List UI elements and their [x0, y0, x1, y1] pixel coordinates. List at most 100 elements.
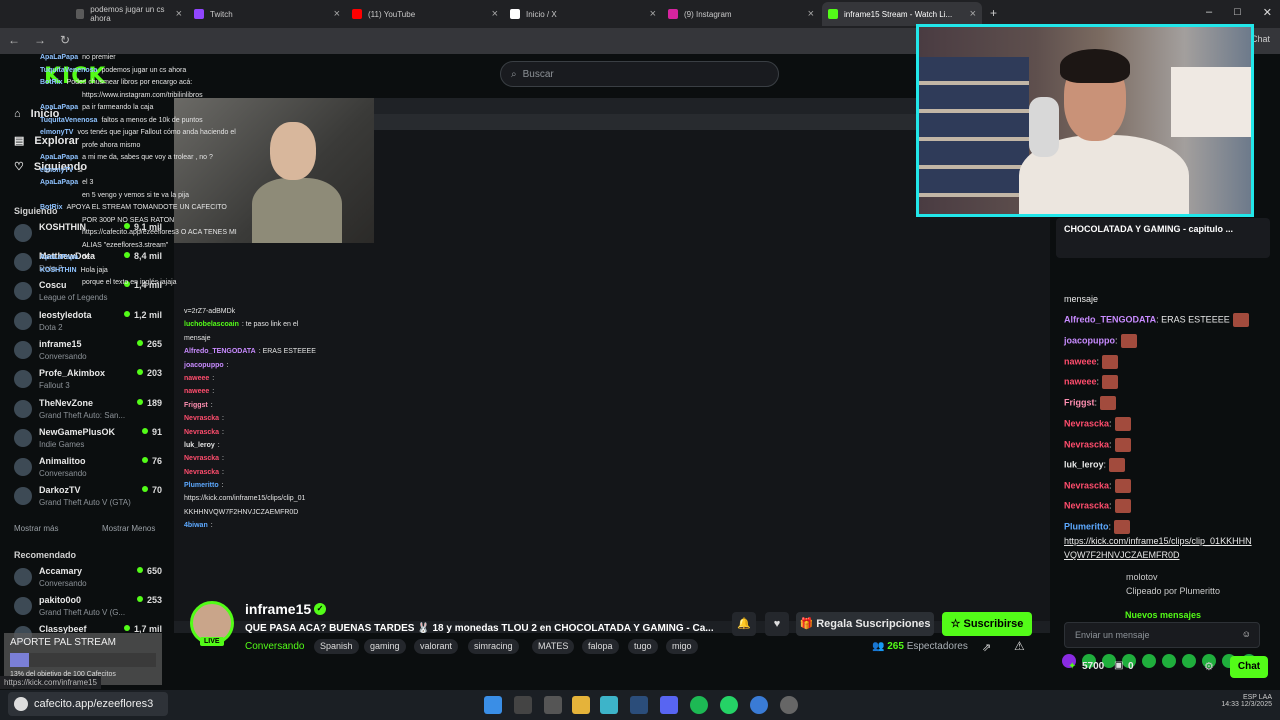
overlay-chat: ApaLaPapa no premier TuquitaVenenosa podemo…	[0, 54, 270, 304]
chat-username[interactable]: naweee	[1064, 376, 1097, 386]
tag-tugo[interactable]: tugo	[628, 639, 658, 654]
channel-item[interactable]: NewGamePlusOK Indie Games 91	[14, 425, 162, 453]
chat-input[interactable]: Enviar un mensaje ☺	[1064, 622, 1260, 648]
channel-item[interactable]: pakito0o0 Grand Theft Auto V (G... 253	[14, 593, 162, 621]
channel-item[interactable]: DarkozTV Grand Theft Auto V (GTA) 70	[14, 483, 162, 511]
channel-item[interactable]: leostyledota Dota 2 1,2 mil	[14, 308, 162, 336]
close-icon[interactable]: ×	[970, 8, 976, 20]
obs-icon[interactable]	[780, 696, 798, 714]
follow-heart-icon[interactable]: ♥	[765, 612, 789, 636]
gear-icon[interactable]: ⚙	[1204, 660, 1214, 673]
emoji-icon[interactable]: ☺	[1242, 629, 1251, 639]
close-icon[interactable]: ×	[334, 8, 340, 20]
chat-message: Nevrascka:	[1064, 417, 1131, 431]
chat-username[interactable]: luk_leroy	[1064, 459, 1104, 469]
browser-tab[interactable]: (11) YouTube ×	[346, 4, 504, 24]
tag-simracing[interactable]: simracing	[468, 639, 519, 654]
category-link[interactable]: Conversando	[245, 641, 304, 652]
chat-footer: ✦ 5700 ▣ 0 ⚙ Chat	[1064, 656, 1268, 678]
browser-tab[interactable]: Inicio / X ×	[504, 4, 662, 24]
back-icon[interactable]: ←	[8, 33, 20, 47]
chat-link[interactable]: VQW7F2HNVJCZAEMFR0D	[1064, 550, 1180, 560]
steam-icon[interactable]	[630, 696, 648, 714]
streamer-name[interactable]: inframe15	[245, 601, 311, 617]
browser-icon[interactable]	[600, 696, 618, 714]
share-icon[interactable]: ⇗	[982, 641, 991, 654]
app-icon[interactable]	[750, 696, 768, 714]
show-more-link[interactable]: Mostrar más	[14, 524, 58, 533]
chat-message: joacopuppo:	[1064, 334, 1137, 348]
tag-migo[interactable]: migo	[666, 639, 698, 654]
browser-tab[interactable]: podemos jugar un cs ahora ×	[70, 4, 188, 24]
channel-item[interactable]: inframe15 Conversando 265	[14, 337, 162, 365]
chat-username[interactable]: Nevrascka	[1064, 418, 1109, 428]
tray-language[interactable]: ESP LAA	[1221, 694, 1272, 701]
viewer-count: 265	[137, 339, 162, 349]
channel-item[interactable]: Profe_Akimbox Fallout 3 203	[14, 366, 162, 394]
pinned-message[interactable]: CHOCOLATADA Y GAMING - capitulo ...	[1056, 218, 1270, 258]
chat-username[interactable]: Alfredo_TENGODATA	[1064, 314, 1156, 324]
chat-send-button[interactable]: Chat	[1230, 656, 1268, 678]
chat-username[interactable]: joacopuppo	[1064, 335, 1115, 345]
gift-count[interactable]: 0	[1128, 661, 1134, 672]
clip-link-line1[interactable]: https://kick.com/inframe15/clips/clip_01…	[1064, 536, 1252, 546]
chat-username[interactable]: Plumeritto	[1064, 521, 1109, 531]
whatsapp-icon[interactable]	[720, 696, 738, 714]
cafecito-widget[interactable]: cafecito.app/ezeeflores3	[8, 692, 168, 716]
emote	[1114, 520, 1131, 534]
chat-username[interactable]: Nevrascka	[1064, 500, 1109, 510]
channel-item[interactable]: Animalitoo Conversando 76	[14, 454, 162, 482]
overlay-chat-line: ApaLaPapa no premier	[40, 54, 116, 61]
browser-tab-active[interactable]: inframe15 Stream - Watch Li... ×	[822, 2, 982, 26]
new-messages-banner[interactable]: Nuevos mensajes	[1056, 610, 1270, 620]
minimize-icon[interactable]: –	[1206, 6, 1212, 19]
notification-bell-icon[interactable]: 🔔	[732, 612, 756, 636]
search-icon[interactable]	[514, 696, 532, 714]
spotify-icon[interactable]	[690, 696, 708, 714]
chat-link[interactable]: https://kick.com/inframe15/clips/clip_01…	[1064, 536, 1252, 546]
task-view-icon[interactable]	[544, 696, 562, 714]
show-less-link[interactable]: Mostrar Menos	[102, 524, 155, 533]
close-icon[interactable]: ×	[808, 8, 814, 20]
chat-username[interactable]: Nevrascka	[1064, 439, 1109, 449]
tag-gaming[interactable]: gaming	[364, 639, 406, 654]
folder-icon[interactable]	[572, 696, 590, 714]
channel-item[interactable]: Accamary Conversando 650	[14, 564, 162, 592]
channel-name: Profe_Akimbox	[39, 368, 106, 378]
clip-link-line2[interactable]: VQW7F2HNVJCZAEMFR0D	[1064, 550, 1180, 560]
report-icon[interactable]: ⚠	[1014, 639, 1025, 653]
tag-mates[interactable]: MATES	[532, 639, 575, 654]
viewers-icon: 👥	[872, 641, 885, 652]
chat-username[interactable]: Nevrascka	[1064, 480, 1109, 490]
close-icon[interactable]: ×	[650, 8, 656, 20]
forward-icon[interactable]: →	[34, 33, 46, 47]
chat-text: :	[1094, 397, 1098, 408]
browser-tab[interactable]: (9) Instagram ×	[662, 4, 820, 24]
channel-item[interactable]: TheNevZone Grand Theft Auto: San... 189	[14, 396, 162, 424]
close-window-icon[interactable]: ✕	[1263, 6, 1272, 19]
new-tab-icon[interactable]: +	[990, 6, 997, 20]
chat-text: :	[1108, 521, 1112, 532]
maximize-icon[interactable]: □	[1234, 6, 1241, 19]
captured-chat-text: :	[217, 441, 220, 449]
tray-time: 14:33	[1221, 701, 1239, 708]
windows-start-icon[interactable]	[484, 696, 502, 714]
subscribe-label: Suscribirse	[963, 618, 1024, 630]
points-count[interactable]: 5700	[1082, 661, 1104, 672]
close-icon[interactable]: ×	[492, 8, 498, 20]
tag-falopa[interactable]: falopa	[582, 639, 619, 654]
subscribe-button[interactable]: ☆ Suscribirse	[942, 612, 1032, 636]
overlay-chat-username: elmonyTV	[40, 129, 74, 136]
discord-icon[interactable]	[660, 696, 678, 714]
search-input[interactable]: ⌕ Buscar	[500, 61, 779, 87]
chat-username[interactable]: naweee	[1064, 356, 1097, 366]
captured-chat-username: 4biwan	[184, 522, 208, 530]
tag-valorant[interactable]: valorant	[414, 639, 459, 654]
browser-tab[interactable]: Twitch ×	[188, 4, 346, 24]
captured-chat-line: v=2rZ7-adBMDk	[184, 308, 364, 321]
tag-spanish[interactable]: Spanish	[314, 639, 359, 654]
gift-subs-button[interactable]: 🎁 Regala Suscripciones	[796, 612, 934, 636]
close-icon[interactable]: ×	[176, 8, 182, 20]
reload-icon[interactable]: ↻	[60, 33, 70, 47]
chat-username[interactable]: Friggst	[1064, 397, 1095, 407]
